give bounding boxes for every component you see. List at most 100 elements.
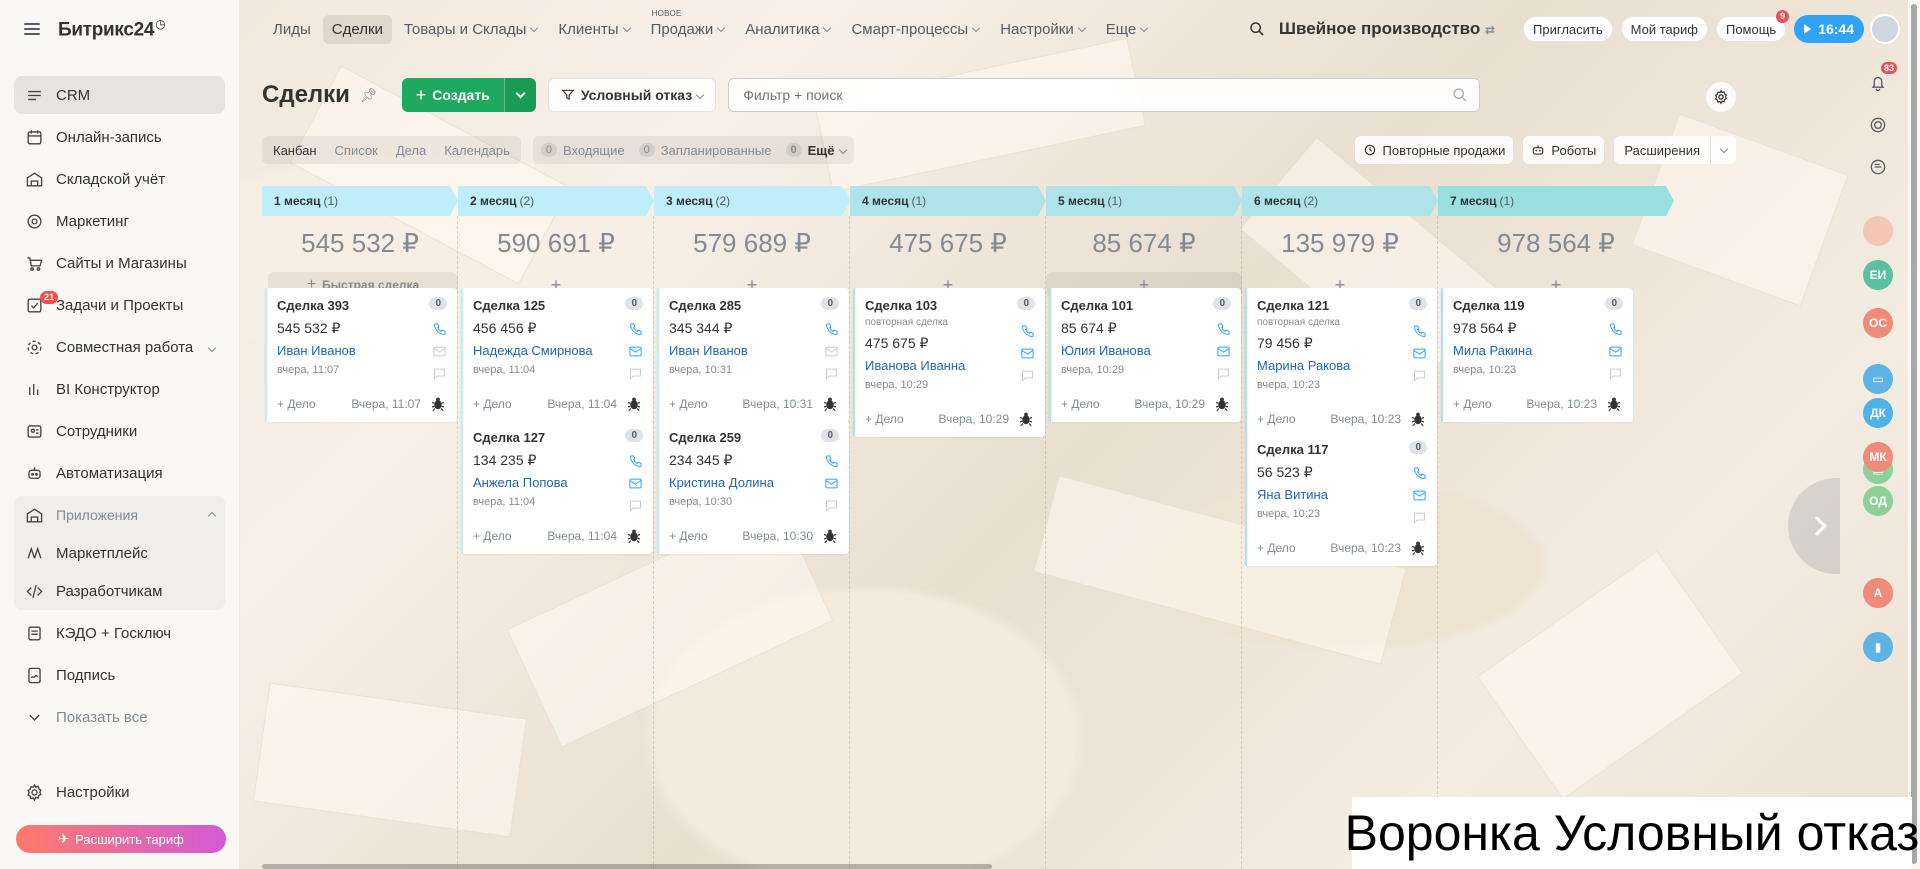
sidebar-extra-1[interactable]: Подпись <box>14 656 225 694</box>
menu-burger-icon[interactable] <box>24 23 40 35</box>
deal-title[interactable]: Сделка 121 <box>1257 298 1427 316</box>
sidebar-app-1[interactable]: Разработчикам <box>14 572 225 610</box>
column-header[interactable]: 3 месяц (2) <box>654 186 850 216</box>
deal-client-link[interactable]: Иван Иванов <box>277 343 447 361</box>
contact-avatar-photo[interactable] <box>1863 216 1893 246</box>
mail-icon[interactable] <box>1215 340 1231 362</box>
sidebar-extra-2[interactable]: Показать все <box>14 698 225 736</box>
column-header[interactable]: 4 месяц (1) <box>850 186 1046 216</box>
view-tab-2[interactable]: Дела <box>387 138 435 162</box>
copilot-button[interactable] <box>1863 152 1893 182</box>
chat-icon[interactable] <box>627 494 643 516</box>
add-activity-link[interactable]: + Дело <box>1453 397 1526 411</box>
deal-title[interactable]: Сделка 393 <box>277 298 447 316</box>
add-activity-link[interactable]: + Дело <box>473 397 547 411</box>
top-menu-item-2[interactable]: Товары и Склады <box>395 15 547 44</box>
sidebar-item-4[interactable]: Сайты и Магазины <box>14 244 225 282</box>
chat-icon[interactable] <box>1411 506 1427 528</box>
kanban-settings-button[interactable] <box>1706 82 1736 112</box>
counter-0[interactable]: 0 Входящие <box>540 143 625 158</box>
extensions-dropdown-button[interactable] <box>1710 136 1736 164</box>
add-activity-link[interactable]: + Дело <box>1061 397 1134 411</box>
mail-icon[interactable] <box>823 340 839 362</box>
sidebar-item-8[interactable]: Сотрудники <box>14 412 225 450</box>
deal-title[interactable]: Сделка 101 <box>1061 298 1231 316</box>
responsible-avatar-icon[interactable] <box>429 395 447 413</box>
deal-card[interactable]: Сделка 285 345 344 ₽ Иван Иванов вчера, 10:… <box>657 288 849 422</box>
counter-2[interactable]: 0 Ещё <box>785 143 847 158</box>
responsible-avatar-icon[interactable] <box>821 527 839 545</box>
funnel-selector[interactable]: Условный отказ <box>547 78 717 112</box>
company-name[interactable]: Швейное производство ⇄ <box>1279 19 1495 39</box>
repeat-sales-button[interactable]: Повторные продажи <box>1354 136 1514 164</box>
my-tariff-button[interactable]: Мой тариф <box>1620 16 1708 42</box>
deal-title[interactable]: Сделка 259 <box>669 430 839 448</box>
responsible-avatar-icon[interactable] <box>1409 539 1427 557</box>
sidebar-item-6[interactable]: Совместная работа <box>14 328 225 366</box>
sidebar-item-5[interactable]: Задачи и Проекты 21 <box>14 286 225 324</box>
mail-icon[interactable] <box>627 340 643 362</box>
sidebar-item-7[interactable]: BI Конструктор <box>14 370 225 408</box>
column-header[interactable]: 5 месяц (1) <box>1046 186 1242 216</box>
phone-icon[interactable] <box>823 450 839 472</box>
top-menu-item-4[interactable]: НОВОЕ Продажи <box>642 9 734 44</box>
chat-group-avatar[interactable]: ▭ <box>1863 364 1893 394</box>
top-menu-item-1[interactable]: Сделки <box>322 14 392 44</box>
filter-search-input[interactable] <box>728 78 1481 112</box>
responsible-avatar-icon[interactable] <box>1605 395 1623 413</box>
add-activity-link[interactable]: + Дело <box>1257 541 1330 555</box>
deal-card[interactable]: Сделка 101 85 674 ₽ Юлия Иванова вчера, 10:… <box>1049 288 1241 422</box>
contact-avatar[interactable]: ДК <box>1863 398 1893 428</box>
logo[interactable]: Битрикс24◷ <box>58 17 166 41</box>
contact-avatar[interactable]: ОД <box>1863 486 1893 516</box>
phone-icon[interactable] <box>1411 320 1427 342</box>
sidebar-item-0[interactable]: CRM <box>14 76 225 114</box>
top-menu-item-5[interactable]: Аналитика <box>736 15 839 44</box>
chat-icon[interactable] <box>1607 362 1623 384</box>
view-tab-1[interactable]: Список <box>326 138 387 162</box>
deal-card[interactable]: Сделка 119 978 564 ₽ Мила Ракина вчера, 10:… <box>1441 288 1633 422</box>
extensions-button[interactable]: Расширения <box>1614 136 1710 164</box>
phone-icon[interactable] <box>1411 462 1427 484</box>
create-dropdown-button[interactable] <box>503 78 536 112</box>
sidebar-extra-0[interactable]: КЭДО + Госключ <box>14 614 225 652</box>
chat-icon[interactable] <box>1215 362 1231 384</box>
responsible-avatar-icon[interactable] <box>1409 410 1427 428</box>
deal-client-link[interactable]: Юлия Иванова <box>1061 343 1231 361</box>
deal-client-link[interactable]: Мила Ракина <box>1453 343 1623 361</box>
column-header[interactable]: 2 месяц (2) <box>458 186 654 216</box>
upgrade-tariff-button[interactable]: ✈ Расширить тариф <box>16 825 226 853</box>
responsible-avatar-icon[interactable] <box>1017 410 1035 428</box>
contact-avatar[interactable]: А <box>1863 578 1893 608</box>
phone-icon[interactable] <box>1607 318 1623 340</box>
add-activity-link[interactable]: + Дело <box>473 529 547 543</box>
top-menu-item-0[interactable]: Лиды <box>264 15 320 44</box>
view-tab-0[interactable]: Канбан <box>264 138 326 162</box>
sidebar-item-2[interactable]: Складской учёт <box>14 160 225 198</box>
deal-client-link[interactable]: Яна Витина <box>1257 487 1427 505</box>
phone-icon[interactable] <box>823 318 839 340</box>
deal-card[interactable]: Сделка 121 повторная сделка 79 456 ₽ Марина… <box>1245 288 1437 437</box>
deal-client-link[interactable]: Иван Иванов <box>669 343 839 361</box>
chat-icon[interactable] <box>823 362 839 384</box>
responsible-avatar-icon[interactable] <box>625 395 643 413</box>
phone-icon[interactable] <box>1215 318 1231 340</box>
deal-title[interactable]: Сделка 127 <box>473 430 643 448</box>
vertical-scrollbar[interactable] <box>1908 0 1920 869</box>
deal-card[interactable]: Сделка 259 234 345 ₽ Кристина Долина вчера,… <box>657 420 849 554</box>
phone-icon[interactable] <box>627 450 643 472</box>
add-activity-link[interactable]: + Дело <box>669 397 742 411</box>
deal-title[interactable]: Сделка 125 <box>473 298 643 316</box>
sidebar-item-1[interactable]: Онлайн-запись <box>14 118 225 156</box>
search-icon[interactable] <box>1452 87 1468 103</box>
view-tab-3[interactable]: Календарь <box>435 138 519 162</box>
add-activity-link[interactable]: + Дело <box>669 529 742 543</box>
chat-icon[interactable] <box>1019 364 1035 386</box>
phone-icon[interactable] <box>1019 320 1035 342</box>
deal-client-link[interactable]: Марина Ракова <box>1257 358 1427 376</box>
deal-title[interactable]: Сделка 119 <box>1453 298 1623 316</box>
workday-timer-button[interactable]: 16:44 <box>1794 15 1864 43</box>
counter-1[interactable]: 0 Запланированные <box>638 143 772 158</box>
chat-icon[interactable] <box>1411 364 1427 386</box>
contact-avatar[interactable]: ОС <box>1863 308 1893 338</box>
